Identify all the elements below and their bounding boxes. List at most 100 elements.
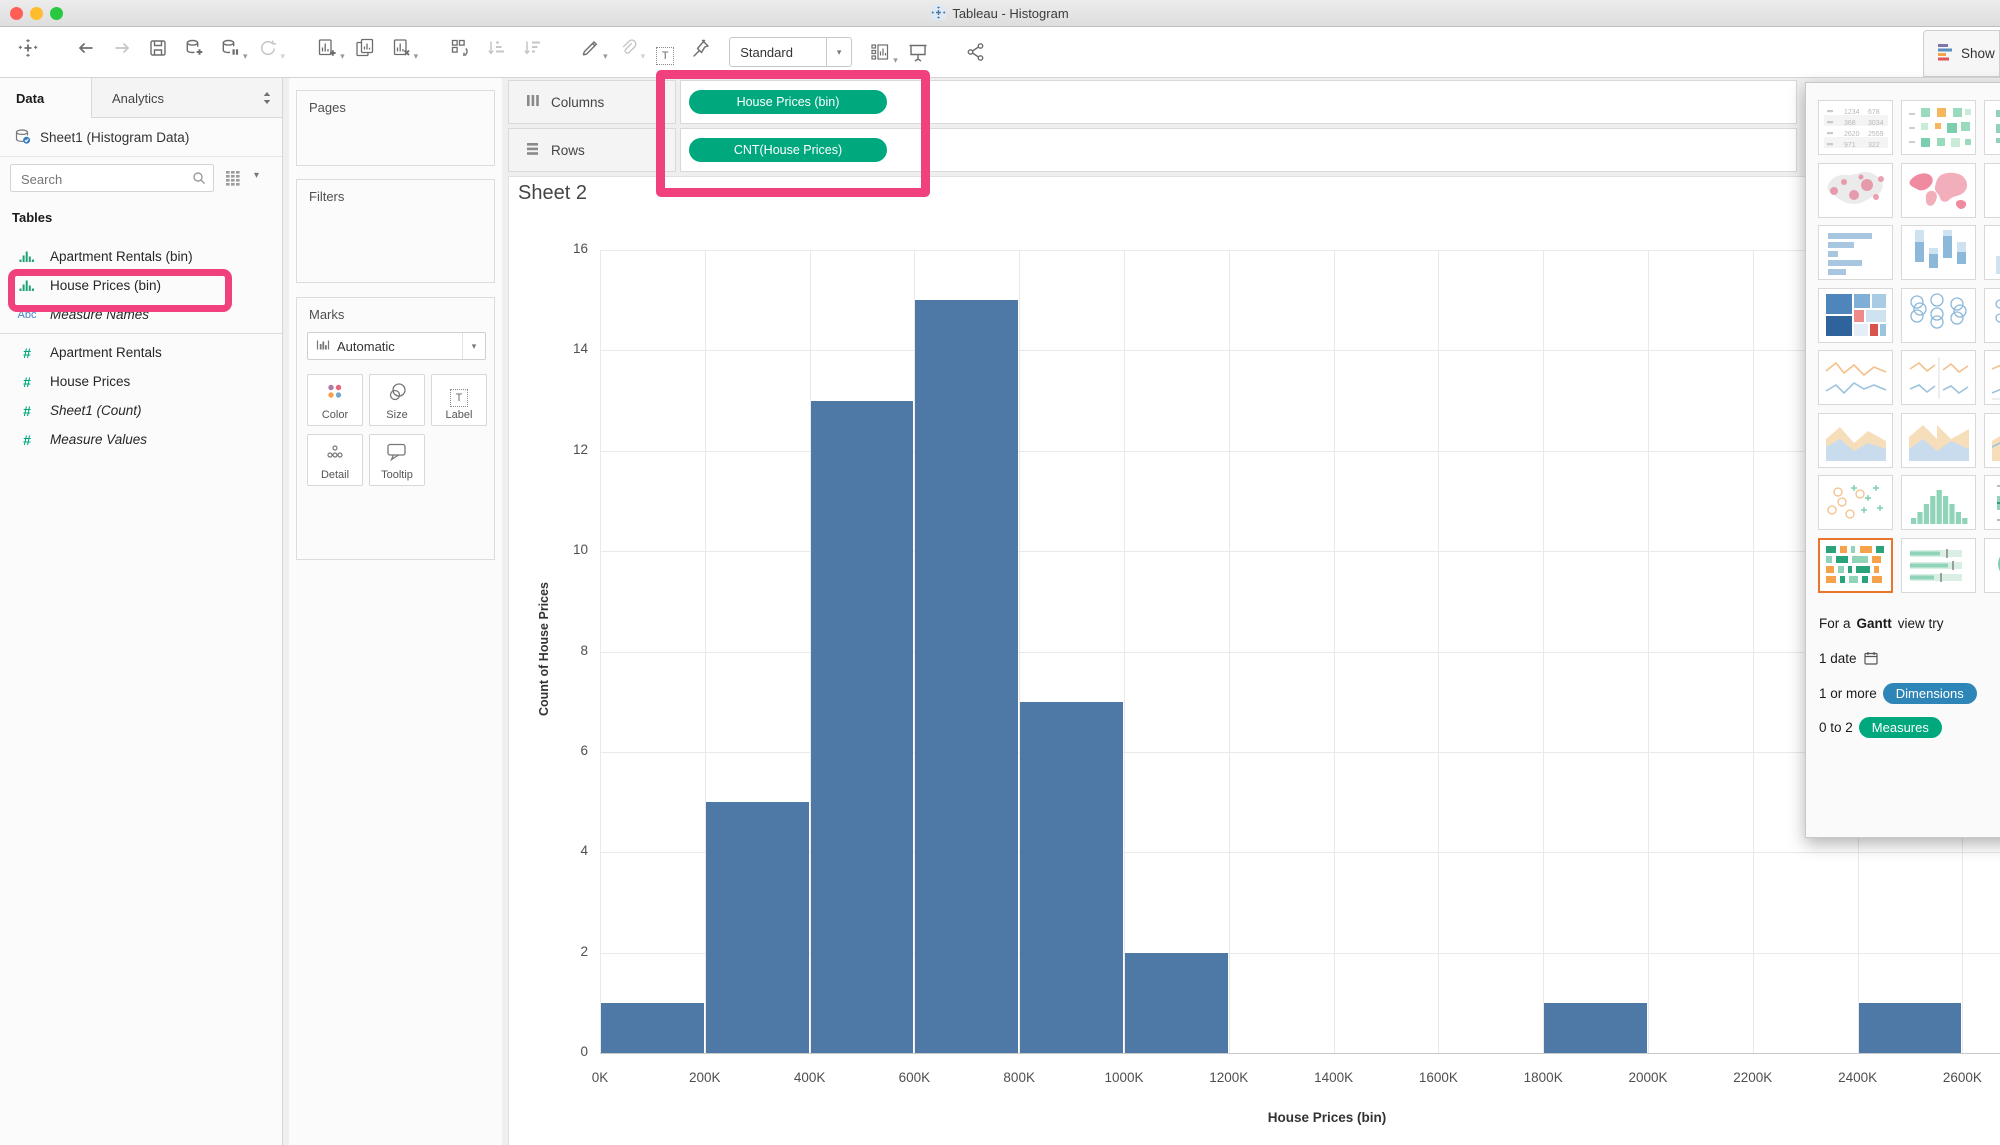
tooltip-button[interactable]: Tooltip (369, 434, 425, 486)
show-mark-labels-icon: T (656, 47, 675, 65)
clear-sheet-icon (393, 39, 410, 56)
showme-horizontal-bars-thumbnail[interactable] (1818, 225, 1893, 280)
tableau-logo-button[interactable] (12, 31, 44, 65)
showme-lines-discrete-thumbnail[interactable] (1901, 350, 1976, 405)
mark-type-dropdown[interactable]: Automatic ▾ (307, 332, 486, 360)
data-source-icon (14, 128, 31, 147)
field-apartment-rentals-bin[interactable]: Apartment Rentals (bin) (0, 242, 282, 271)
showme-dual-lines-thumbnail[interactable] (1984, 350, 2000, 405)
showme-stacked-bars-thumbnail[interactable] (1901, 225, 1976, 280)
clear-sheet-button[interactable] (385, 31, 417, 65)
field-apartment-rentals[interactable]: # Apartment Rentals (0, 338, 282, 367)
pages-shelf[interactable]: Pages (296, 90, 495, 166)
showme-symbol-map-thumbnail[interactable] (1818, 162, 1893, 218)
presentation-mode-button[interactable] (902, 35, 934, 69)
number-icon: # (23, 402, 31, 419)
showme-pie-thumbnail[interactable] (1984, 162, 2000, 218)
label-button[interactable]: T Label (431, 374, 487, 426)
histogram-bar-1800k[interactable] (1544, 1002, 1647, 1053)
showme-side-by-side-bars-thumbnail[interactable] (1984, 225, 2000, 280)
share-button[interactable] (960, 35, 992, 69)
pause-data-updates-button[interactable] (214, 31, 246, 65)
rows-shelf[interactable]: CNT(House Prices) (680, 128, 1797, 172)
dropdown-caret-icon[interactable]: ▾ (414, 51, 419, 61)
duplicate-sheet-button[interactable] (349, 31, 381, 65)
showme-heat-map-thumbnail[interactable] (1984, 100, 2000, 155)
abc-icon: Abc (17, 308, 37, 321)
showme-treemap-thumbnail[interactable] (1818, 287, 1893, 343)
histogram-bar-0k[interactable] (601, 1002, 704, 1053)
showme-text-table-thumbnail[interactable]: 1234 678 368 3034 2620 2559 971 322 (1818, 100, 1893, 155)
field-measure-names[interactable]: Abc Measure Names (0, 300, 282, 329)
swap-rows-columns-button[interactable] (444, 31, 476, 65)
y-gridline (600, 250, 2000, 251)
save-icon (150, 40, 166, 56)
number-icon: # (23, 431, 31, 448)
filters-shelf[interactable]: Filters (296, 179, 495, 283)
search-box (10, 164, 214, 192)
view-data-grid-icon[interactable] (224, 169, 242, 190)
field-list-options-caret[interactable]: ▾ (254, 170, 259, 181)
showme-area-continuous-thumbnail[interactable] (1818, 412, 1893, 468)
label-icon: T (450, 389, 468, 407)
showme-histogram-thumbnail[interactable] (1901, 475, 1976, 530)
show-hide-cards-button[interactable] (864, 35, 896, 69)
svg-text:2559: 2559 (1868, 131, 1884, 138)
tab-analytics[interactable]: Analytics (92, 78, 252, 118)
histogram-bar-2400k[interactable] (1858, 1002, 1962, 1053)
histogram-bar-1000k[interactable] (1125, 952, 1228, 1053)
search-input[interactable] (19, 166, 193, 192)
histogram-bar-400k[interactable] (810, 400, 914, 1053)
rows-field-pill[interactable]: CNT(House Prices) (689, 138, 887, 162)
showme-gantt-thumbnail[interactable] (1818, 537, 1893, 593)
showme-circle-views-thumbnail[interactable] (1901, 287, 1976, 343)
columns-shelf[interactable]: House Prices (bin) (680, 80, 1797, 124)
dropdown-caret-icon[interactable]: ▾ (893, 55, 898, 65)
sheet-title: Sheet 2 (518, 182, 587, 204)
columns-field-pill[interactable]: House Prices (bin) (689, 90, 887, 114)
view-mode-caret[interactable]: ▾ (826, 38, 851, 66)
show-me-button[interactable]: Show Me (1923, 30, 2000, 77)
field-house-prices-bin[interactable]: House Prices (bin) (0, 271, 282, 300)
fix-axes-pin-button[interactable] (685, 31, 717, 65)
highlight-icon (582, 41, 598, 56)
field-measure-values[interactable]: # Measure Values (0, 425, 282, 454)
color-button[interactable]: Color (307, 374, 363, 426)
histogram-bar-800k[interactable] (1020, 701, 1123, 1053)
new-worksheet-button[interactable] (311, 31, 343, 65)
show-mark-labels-button[interactable]: T (649, 39, 681, 73)
data-source-row[interactable]: Sheet1 (Histogram Data) (0, 119, 282, 157)
pause-data-updates-icon (222, 39, 239, 55)
showme-side-by-side-circles-thumbnail[interactable] (1984, 287, 2000, 343)
size-button[interactable]: Size (369, 374, 425, 426)
tab-data[interactable]: Data (0, 78, 92, 118)
showme-area-discrete-thumbnail[interactable] (1901, 412, 1976, 468)
dropdown-caret-icon[interactable]: ▾ (281, 51, 286, 61)
dropdown-caret-icon[interactable]: ▾ (603, 51, 608, 61)
highlight-button[interactable] (574, 31, 606, 65)
new-data-source-button[interactable] (178, 31, 210, 65)
showme-filled-map-thumbnail[interactable] (1901, 162, 1976, 218)
dropdown-caret-icon[interactable]: ▾ (243, 51, 248, 61)
search-row: ▾ (0, 164, 282, 196)
showme-highlight-table-thumbnail[interactable] (1901, 100, 1976, 155)
dropdown-caret-icon[interactable]: ▾ (340, 51, 345, 61)
field-house-prices[interactable]: # House Prices (0, 367, 282, 396)
detail-button[interactable]: Detail (307, 434, 363, 486)
showme-lines-continuous-thumbnail[interactable] (1818, 350, 1893, 405)
showme-scatter-thumbnail[interactable] (1818, 475, 1893, 530)
histogram-bar-200k[interactable] (705, 802, 809, 1053)
dropdown-caret-icon[interactable]: ▾ (641, 51, 646, 61)
pane-expand-icon[interactable] (260, 90, 274, 109)
back-button[interactable] (70, 31, 102, 65)
showme-dual-combination-thumbnail[interactable] (1984, 412, 2000, 468)
showme-box-and-whisker-thumbnail[interactable] (1984, 475, 2000, 530)
histogram-bar-600k[interactable] (915, 300, 1019, 1053)
save-button[interactable] (142, 31, 174, 65)
showme-bullet-thumbnail[interactable] (1901, 537, 1976, 593)
view-mode-dropdown[interactable]: Standard ▾ (729, 37, 853, 67)
y-gridline (600, 350, 2000, 352)
showme-packed-bubbles-thumbnail[interactable] (1984, 537, 2000, 593)
mark-type-caret[interactable]: ▾ (462, 333, 485, 359)
field-sheet1-count[interactable]: # Sheet1 (Count) (0, 396, 282, 425)
